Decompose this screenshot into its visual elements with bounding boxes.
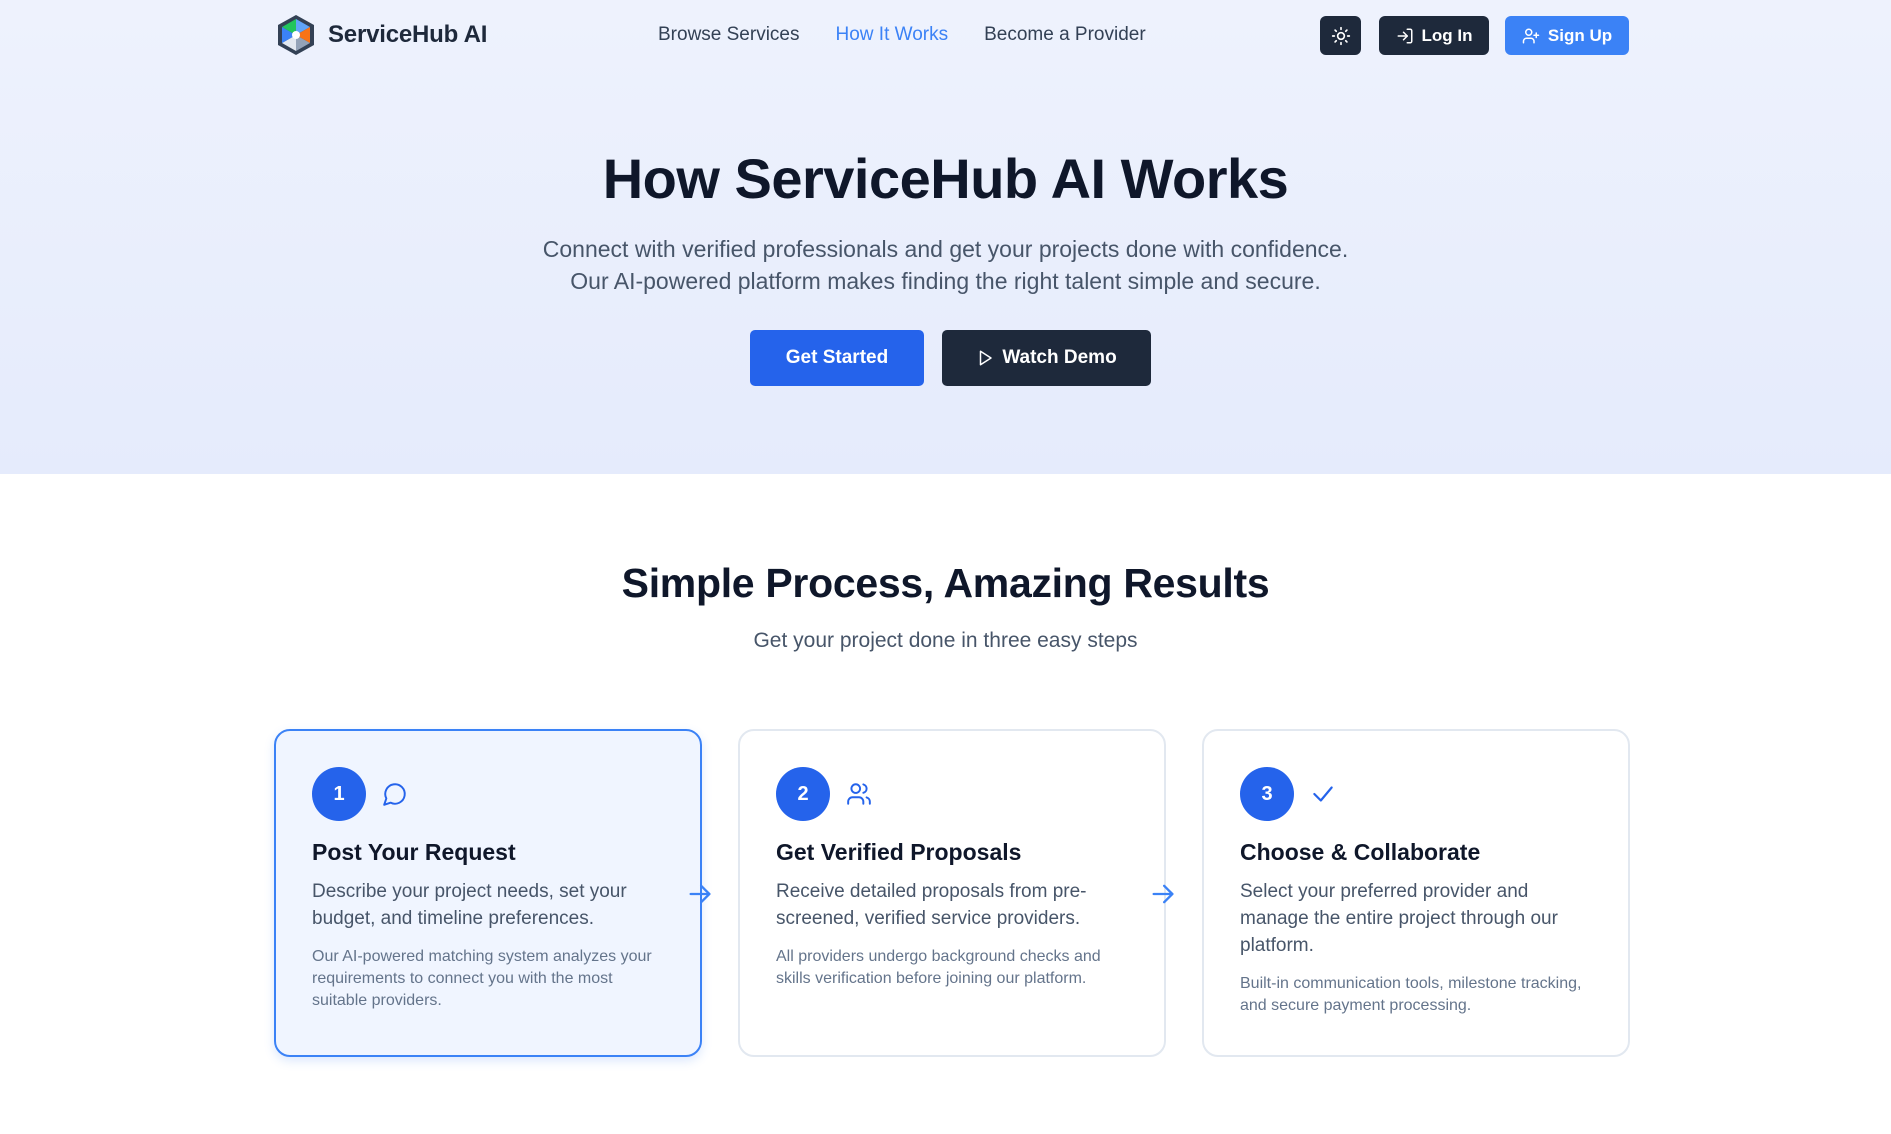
play-icon: [976, 349, 994, 367]
arrow-right-icon: [1149, 880, 1177, 908]
user-plus-icon: [1522, 27, 1540, 45]
watch-demo-button[interactable]: Watch Demo: [942, 330, 1151, 386]
hero-subtitle: Connect with verified professionals and …: [0, 233, 1891, 297]
step-description: Describe your project needs, set your bu…: [312, 881, 627, 929]
hero-title: How ServiceHub AI Works: [602, 147, 1289, 210]
step-note: Our AI-powered matching system analyzes …: [312, 948, 652, 1009]
step-title: Post Your Request: [312, 839, 516, 865]
login-button[interactable]: Log In: [1379, 16, 1489, 55]
users-icon: [846, 781, 872, 807]
log-in-icon: [1396, 27, 1414, 45]
message-circle-icon: [382, 781, 408, 807]
arrow-right-icon: [686, 880, 714, 908]
process-subtitle: Get your project done in three easy step…: [753, 629, 1138, 652]
step-card-3[interactable]: 3 Choose & Collaborate Select your prefe…: [1202, 729, 1630, 1057]
step-description: Receive detailed proposals from pre-scre…: [776, 881, 1087, 929]
nav-links: Browse Services How It Works Become a Pr…: [658, 24, 1182, 46]
login-label: Log In: [1421, 25, 1473, 45]
watch-demo-label: Watch Demo: [1002, 347, 1117, 368]
brand-name: ServiceHub AI: [328, 21, 488, 48]
sun-icon: [1331, 26, 1350, 45]
get-started-button[interactable]: Get Started: [750, 330, 924, 386]
step-header: 2: [776, 767, 1128, 821]
logo-icon: [278, 15, 314, 55]
nav-link-become-provider[interactable]: Become a Provider: [984, 24, 1146, 46]
nav-link-browse-services[interactable]: Browse Services: [658, 24, 800, 46]
step-title: Get Verified Proposals: [776, 839, 1022, 865]
process-title: Simple Process, Amazing Results: [621, 560, 1270, 606]
step-title: Choose & Collaborate: [1240, 839, 1481, 865]
step-number-badge: 3: [1240, 767, 1294, 821]
step-note: All providers undergo background checks …: [776, 948, 1101, 987]
signup-button[interactable]: Sign Up: [1505, 16, 1629, 55]
step-description: Select your preferred provider and manag…: [1240, 881, 1558, 956]
step-card-1[interactable]: 1 Post Your Request Describe your projec…: [274, 729, 702, 1057]
step-card-2[interactable]: 2 Get Verified Proposals Receive detaile…: [738, 729, 1166, 1057]
hero-subtitle-line-1: Connect with verified professionals and …: [542, 236, 1349, 262]
brand-logo[interactable]: ServiceHub AI: [274, 13, 487, 57]
hero-subtitle-line-2: Our AI-powered platform makes finding th…: [570, 268, 1321, 294]
step-header: 3: [1240, 767, 1592, 821]
step-number-badge: 2: [776, 767, 830, 821]
check-icon: [1310, 781, 1336, 807]
top-nav: ServiceHub AI Browse Services How It Wor…: [0, 0, 1891, 72]
step-number-badge: 1: [312, 767, 366, 821]
step-note: Built-in communication tools, milestone …: [1240, 975, 1582, 1014]
step-header: 1: [312, 767, 664, 821]
theme-toggle-button[interactable]: [1320, 16, 1361, 55]
nav-link-how-it-works[interactable]: How It Works: [836, 24, 949, 46]
signup-label: Sign Up: [1547, 25, 1613, 45]
